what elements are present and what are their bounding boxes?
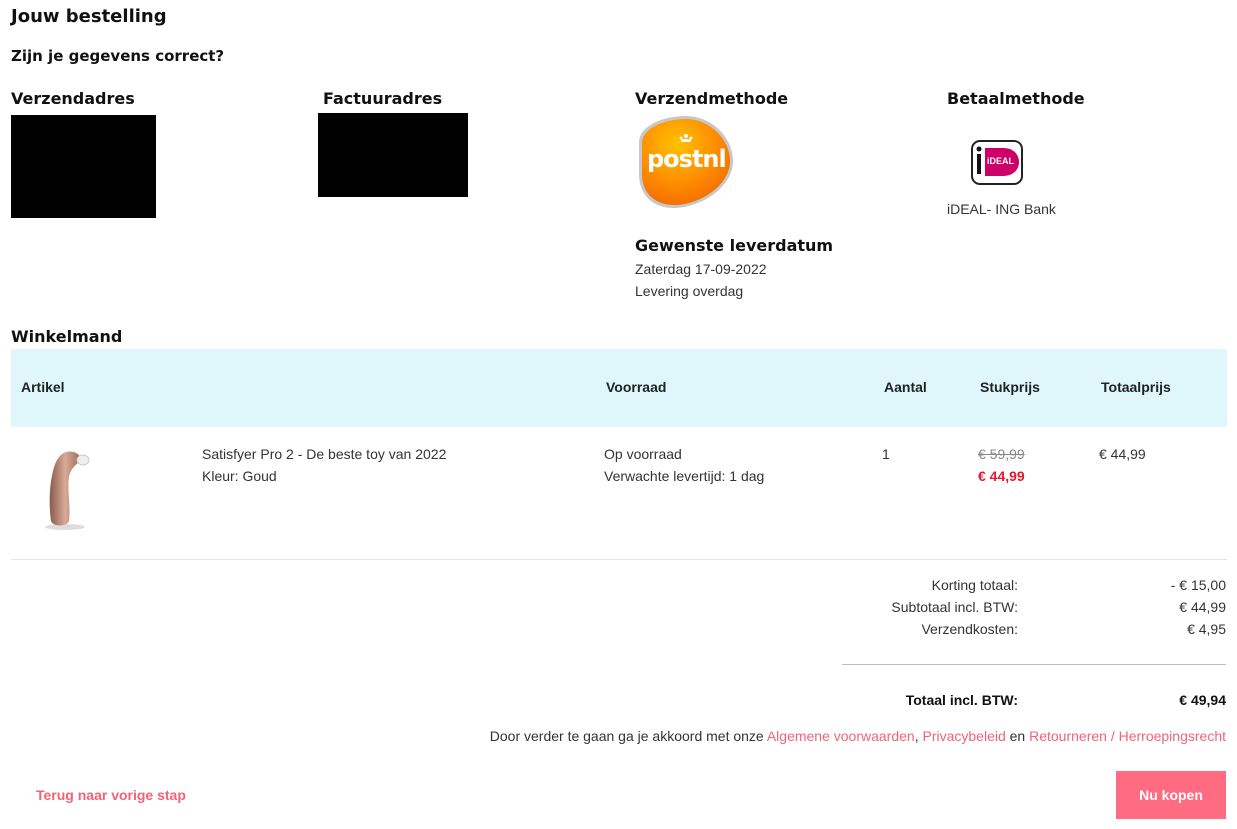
desired-date: Zaterdag 17-09-2022 bbox=[635, 261, 767, 277]
payment-method-name: iDEAL- ING Bank bbox=[947, 201, 1056, 217]
item-total: € 44,99 bbox=[1099, 446, 1146, 462]
ideal-logo: iDEAL bbox=[971, 140, 1023, 185]
stock-status: Op voorraad bbox=[604, 446, 682, 462]
terms-prefix: Door verder te gaan ga je akkoord met on… bbox=[489, 728, 767, 744]
sale-price: € 44,99 bbox=[978, 468, 1025, 484]
ideal-logo-text: iDEAL bbox=[987, 156, 1014, 166]
delivery-time: Levering overdag bbox=[635, 283, 744, 299]
postnl-logo: postnl bbox=[636, 112, 736, 210]
item-quantity: 1 bbox=[882, 446, 890, 462]
product-variant: Kleur: Goud bbox=[202, 468, 277, 484]
billing-address-heading: Factuuradres bbox=[323, 89, 443, 108]
cart-table-header: Artikel Voorraad Aantal Stukprijs Totaal… bbox=[11, 349, 1227, 427]
discount-label: Korting totaal: bbox=[931, 577, 1018, 593]
column-stukprijs: Stukprijs bbox=[980, 379, 1040, 395]
payment-method-heading: Betaalmethode bbox=[947, 89, 1085, 108]
back-button[interactable]: Terug naar vorige stap bbox=[36, 787, 186, 803]
subtotal-value: € 44,99 bbox=[1179, 599, 1226, 615]
shipping-method-heading: Verzendmethode bbox=[635, 89, 789, 108]
billing-address-redacted bbox=[318, 113, 468, 197]
product-name[interactable]: Satisfyer Pro 2 - De beste toy van 2022 bbox=[202, 446, 446, 462]
page-subtitle: Zijn je gegevens correct? bbox=[11, 47, 225, 65]
old-price: € 59,99 bbox=[978, 446, 1025, 462]
shipping-address-redacted bbox=[11, 115, 156, 218]
cart-heading: Winkelmand bbox=[11, 327, 123, 346]
row-divider bbox=[11, 559, 1227, 560]
shipping-address-heading: Verzendadres bbox=[11, 89, 135, 108]
terms-and: en bbox=[1005, 728, 1030, 744]
total-value: € 49,94 bbox=[1179, 692, 1226, 708]
column-artikel: Artikel bbox=[21, 379, 65, 395]
column-totaalprijs: Totaalprijs bbox=[1101, 379, 1171, 395]
delivery-estimate: Verwachte levertijd: 1 dag bbox=[604, 468, 765, 484]
subtotal-label: Subtotaal incl. BTW: bbox=[891, 599, 1018, 615]
table-row: Satisfyer Pro 2 - De beste toy van 2022 … bbox=[11, 427, 1227, 559]
page-title: Jouw bestelling bbox=[11, 6, 167, 27]
discount-value: - € 15,00 bbox=[1170, 577, 1226, 593]
buy-button[interactable]: Nu kopen bbox=[1116, 771, 1226, 819]
desired-date-heading: Gewenste leverdatum bbox=[635, 236, 834, 255]
terms-notice: Door verder te gaan ga je akkoord met on… bbox=[490, 728, 1226, 744]
returns-link[interactable]: Retourneren / Herroepingsrecht bbox=[1029, 728, 1226, 744]
product-image[interactable] bbox=[41, 447, 91, 535]
postnl-logo-text: postnl bbox=[647, 145, 727, 173]
terms-link[interactable]: Algemene voorwaarden bbox=[767, 728, 915, 744]
column-voorraad: Voorraad bbox=[606, 379, 667, 395]
total-label: Totaal incl. BTW: bbox=[905, 692, 1018, 708]
shipping-cost-label: Verzendkosten: bbox=[921, 621, 1018, 637]
privacy-link[interactable]: Privacybeleid bbox=[922, 728, 1005, 744]
shipping-cost-value: € 4,95 bbox=[1187, 621, 1226, 637]
summary-divider bbox=[842, 664, 1226, 665]
column-aantal: Aantal bbox=[884, 379, 927, 395]
